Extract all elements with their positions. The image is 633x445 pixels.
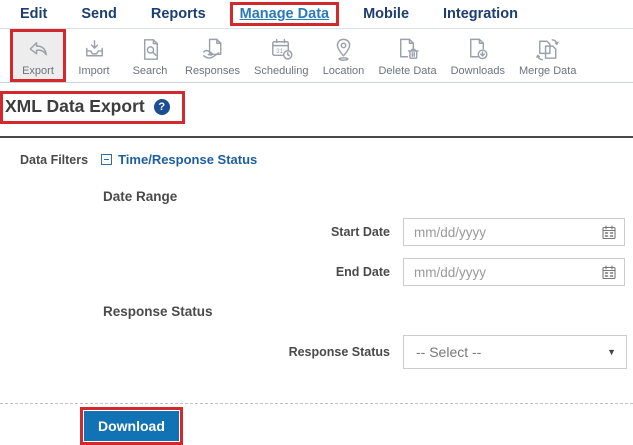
date-range-heading: Date Range — [103, 189, 633, 204]
start-date-input[interactable] — [403, 218, 625, 246]
filter-body: Date Range Start Date End Date — [103, 189, 633, 369]
calendar-icon[interactable] — [601, 264, 617, 285]
delete-data-icon — [393, 35, 422, 64]
toolbar-item-label: Downloads — [451, 65, 505, 77]
calendar-icon[interactable] — [601, 224, 617, 245]
toolbar-item-label: Import — [78, 65, 109, 77]
toolbar-item-merge-data[interactable]: Merge Data — [512, 29, 583, 82]
response-status-row: Response Status -- Select -- ▼ — [103, 335, 633, 369]
data-filters-label: Data Filters — [20, 153, 88, 167]
response-status-select[interactable]: -- Select -- ▼ — [403, 335, 627, 369]
end-date-row: End Date — [103, 258, 633, 286]
toggle-label: Time/Response Status — [118, 152, 257, 167]
title-divider — [0, 136, 633, 138]
manage-data-toolbar: Export Import Search — [0, 29, 633, 83]
responses-icon — [198, 35, 227, 64]
toolbar-item-label: Export — [22, 65, 54, 77]
start-date-row: Start Date — [103, 218, 633, 246]
nav-item-reports[interactable]: Reports — [151, 6, 206, 22]
toolbar-item-export[interactable]: Export — [10, 29, 66, 82]
toolbar-item-label: Scheduling — [254, 65, 308, 77]
nav-item-mobile[interactable]: Mobile — [363, 6, 409, 22]
page-title: XML Data Export — [5, 96, 145, 117]
toolbar-item-import[interactable]: Import — [66, 29, 122, 82]
location-icon — [329, 35, 358, 64]
search-icon — [136, 35, 165, 64]
collapse-minus-icon — [101, 154, 112, 165]
toolbar-item-label: Delete Data — [378, 65, 436, 77]
page-title-block: XML Data Export ? — [0, 91, 185, 124]
downloads-icon — [463, 35, 492, 64]
toolbar-item-label: Merge Data — [519, 65, 576, 77]
footer-divider — [0, 403, 633, 404]
response-status-heading: Response Status — [103, 304, 633, 319]
toolbar-item-delete-data[interactable]: Delete Data — [371, 29, 443, 82]
end-date-label: End Date — [103, 265, 403, 279]
nav-item-edit[interactable]: Edit — [20, 6, 47, 22]
toolbar-item-downloads[interactable]: Downloads — [444, 29, 512, 82]
response-status-label: Response Status — [103, 345, 403, 359]
toolbar-item-responses[interactable]: Responses — [178, 29, 247, 82]
toolbar-item-label: Search — [133, 65, 168, 77]
import-icon — [80, 35, 109, 64]
nav-item-send[interactable]: Send — [81, 6, 116, 22]
data-filters-row: Data Filters Time/Response Status — [20, 152, 633, 167]
download-button[interactable]: Download — [84, 411, 179, 441]
download-button-highlight: Download — [80, 407, 183, 445]
toolbar-item-scheduling[interactable]: 31 Scheduling — [247, 29, 315, 82]
toolbar-item-label: Responses — [185, 65, 240, 77]
svg-text:31: 31 — [276, 47, 283, 54]
end-date-input[interactable] — [403, 258, 625, 286]
merge-data-icon — [533, 35, 562, 64]
scheduling-icon: 31 — [267, 35, 296, 64]
start-date-label: Start Date — [103, 225, 403, 239]
toolbar-item-label: Location — [323, 65, 365, 77]
toolbar-item-search[interactable]: Search — [122, 29, 178, 82]
top-nav: Edit Send Reports Manage Data Mobile Int… — [0, 0, 633, 29]
help-icon[interactable]: ? — [154, 99, 170, 115]
toolbar-item-location[interactable]: Location — [315, 29, 371, 82]
nav-item-integration[interactable]: Integration — [443, 6, 518, 22]
nav-item-manage-data[interactable]: Manage Data — [230, 2, 339, 26]
chevron-down-icon: ▼ — [607, 348, 616, 357]
selected-option-text: -- Select -- — [416, 344, 481, 360]
export-icon — [24, 35, 53, 64]
time-response-status-toggle[interactable]: Time/Response Status — [101, 152, 257, 167]
